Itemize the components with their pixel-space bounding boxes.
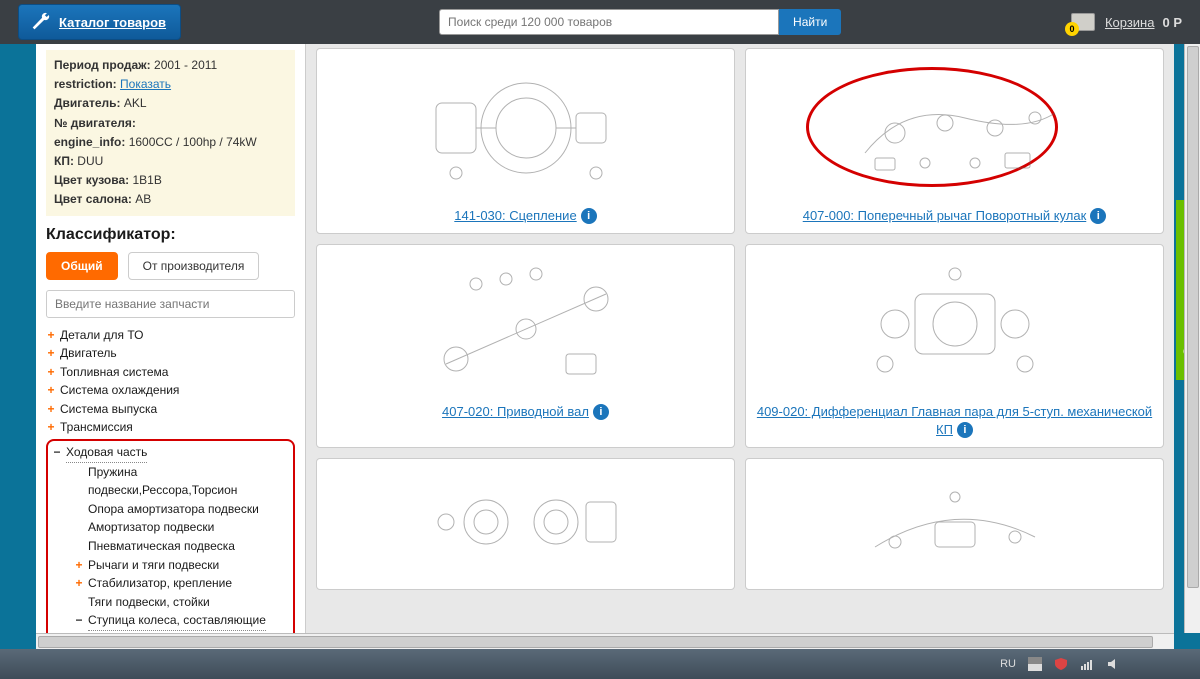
flag-icon[interactable] [1028, 657, 1042, 671]
meta-value: 1B1B [132, 173, 161, 187]
info-icon[interactable]: i [1090, 208, 1106, 224]
meta-label: КП: [54, 154, 74, 168]
diagram-card[interactable]: 409-020: Дифференциал Главная пара для 5… [745, 244, 1164, 448]
meta-label: Двигатель: [54, 96, 121, 110]
diagram-card[interactable]: 407-020: Приводной вал i [316, 244, 735, 448]
tab-general[interactable]: Общий [46, 252, 118, 280]
info-icon[interactable]: i [957, 422, 973, 438]
tree-node[interactable]: +Трансмиссия [46, 418, 295, 437]
meta-value: 1600CC / 100hp / 74kW [129, 135, 257, 149]
diagram-thumb [754, 53, 1155, 203]
classifier-heading: Классификатор: [46, 226, 295, 244]
cart-link[interactable]: Корзина [1105, 15, 1155, 30]
tree-node[interactable]: −Ходовая часть [52, 443, 289, 463]
tree-node[interactable]: +Топливная система [46, 363, 295, 382]
cart-badge: 0 [1065, 22, 1079, 36]
shield-icon[interactable] [1054, 657, 1068, 671]
tree-node[interactable]: +Амортизатор подвески [74, 518, 289, 537]
info-icon[interactable]: i [593, 404, 609, 420]
parts-tree: +Детали для ТО +Двигатель +Топливная сис… [46, 326, 295, 650]
tree-node[interactable]: +Тяги подвески, стойки [74, 593, 289, 612]
meta-label: engine_info: [54, 135, 125, 149]
lang-indicator[interactable]: RU [1000, 658, 1016, 670]
meta-value: AB [135, 192, 151, 206]
tree-node[interactable]: +Опора амортизатора подвески [74, 500, 289, 519]
tree-node[interactable]: +Рычаги и тяги подвески [74, 556, 289, 575]
diagram-card[interactable] [316, 458, 735, 590]
tree-node[interactable]: −Ступица колеса, составляющие [74, 611, 289, 631]
diagram-thumb [754, 249, 1155, 399]
meta-label: restriction: [54, 77, 117, 91]
diagram-link[interactable]: 407-000: Поперечный рычаг Поворотный кул… [803, 208, 1087, 223]
search-wrap: Найти [439, 9, 841, 35]
card-grid: 141-030: Сцепление i 407-000: Поперечный … [316, 48, 1164, 590]
diagram-thumb [754, 463, 1155, 581]
diagram-link[interactable]: 407-020: Приводной вал [442, 404, 589, 419]
meta-label: № двигателя: [54, 116, 136, 130]
content: Период продаж: 2001 - 2011 restriction: … [0, 44, 1200, 649]
left-gutter [0, 44, 36, 649]
tree-node[interactable]: +Двигатель [46, 344, 295, 363]
vertical-scrollbar[interactable] [1184, 44, 1200, 633]
diagram-thumb [325, 53, 726, 203]
meta-value: DUU [77, 154, 103, 168]
cart-widget[interactable]: 0 Корзина 0 Р [1069, 10, 1182, 34]
sound-icon[interactable] [1106, 657, 1120, 671]
meta-label: Цвет салона: [54, 192, 132, 206]
tree-node[interactable]: +Детали для ТО [46, 326, 295, 345]
diagram-card[interactable]: 407-000: Поперечный рычаг Поворотный кул… [745, 48, 1164, 234]
part-filter-input[interactable] [46, 290, 295, 318]
vehicle-meta: Период продаж: 2001 - 2011 restriction: … [46, 50, 295, 216]
diagram-thumb [325, 249, 726, 399]
meta-value: 2001 - 2011 [154, 58, 217, 72]
topbar: Каталог товаров Найти 0 Корзина 0 Р [0, 0, 1200, 44]
tree-node[interactable]: +Система охлаждения [46, 381, 295, 400]
restriction-link[interactable]: Показать [120, 77, 171, 91]
main-area: 141-030: Сцепление i 407-000: Поперечный … [306, 44, 1174, 649]
diagram-card[interactable] [745, 458, 1164, 590]
meta-label: Цвет кузова: [54, 173, 129, 187]
diagram-card[interactable]: 141-030: Сцепление i [316, 48, 735, 234]
network-icon[interactable] [1080, 657, 1094, 671]
tree-node[interactable]: +Система выпуска [46, 400, 295, 419]
cart-icon: 0 [1069, 10, 1097, 34]
diagram-link[interactable]: 141-030: Сцепление [454, 208, 576, 223]
catalog-label: Каталог товаров [59, 15, 166, 30]
info-icon[interactable]: i [581, 208, 597, 224]
sidebar: Период продаж: 2001 - 2011 restriction: … [36, 44, 306, 649]
meta-value: AKL [124, 96, 147, 110]
tree-node[interactable]: +Пружина подвески,Рессора,Торсион [74, 463, 289, 500]
horizontal-scrollbar[interactable] [36, 633, 1174, 649]
search-button[interactable]: Найти [779, 9, 841, 35]
meta-label: Период продаж: [54, 58, 151, 72]
highlighted-group: −Ходовая часть +Пружина подвески,Рессора… [46, 439, 295, 649]
search-input[interactable] [439, 9, 779, 35]
wrench-icon [29, 11, 51, 33]
catalog-button[interactable]: Каталог товаров [18, 4, 181, 40]
tab-manufacturer[interactable]: От производителя [128, 252, 260, 280]
diagram-thumb [325, 463, 726, 581]
taskbar: RU [0, 649, 1200, 679]
tree-node[interactable]: +Пневматическая подвеска [74, 537, 289, 556]
diagram-link[interactable]: 409-020: Дифференциал Главная пара для 5… [757, 404, 1152, 437]
classifier-tabs: Общий От производителя [46, 252, 295, 280]
tree-node[interactable]: +Стабилизатор, крепление [74, 574, 289, 593]
cart-total: 0 Р [1162, 15, 1182, 30]
